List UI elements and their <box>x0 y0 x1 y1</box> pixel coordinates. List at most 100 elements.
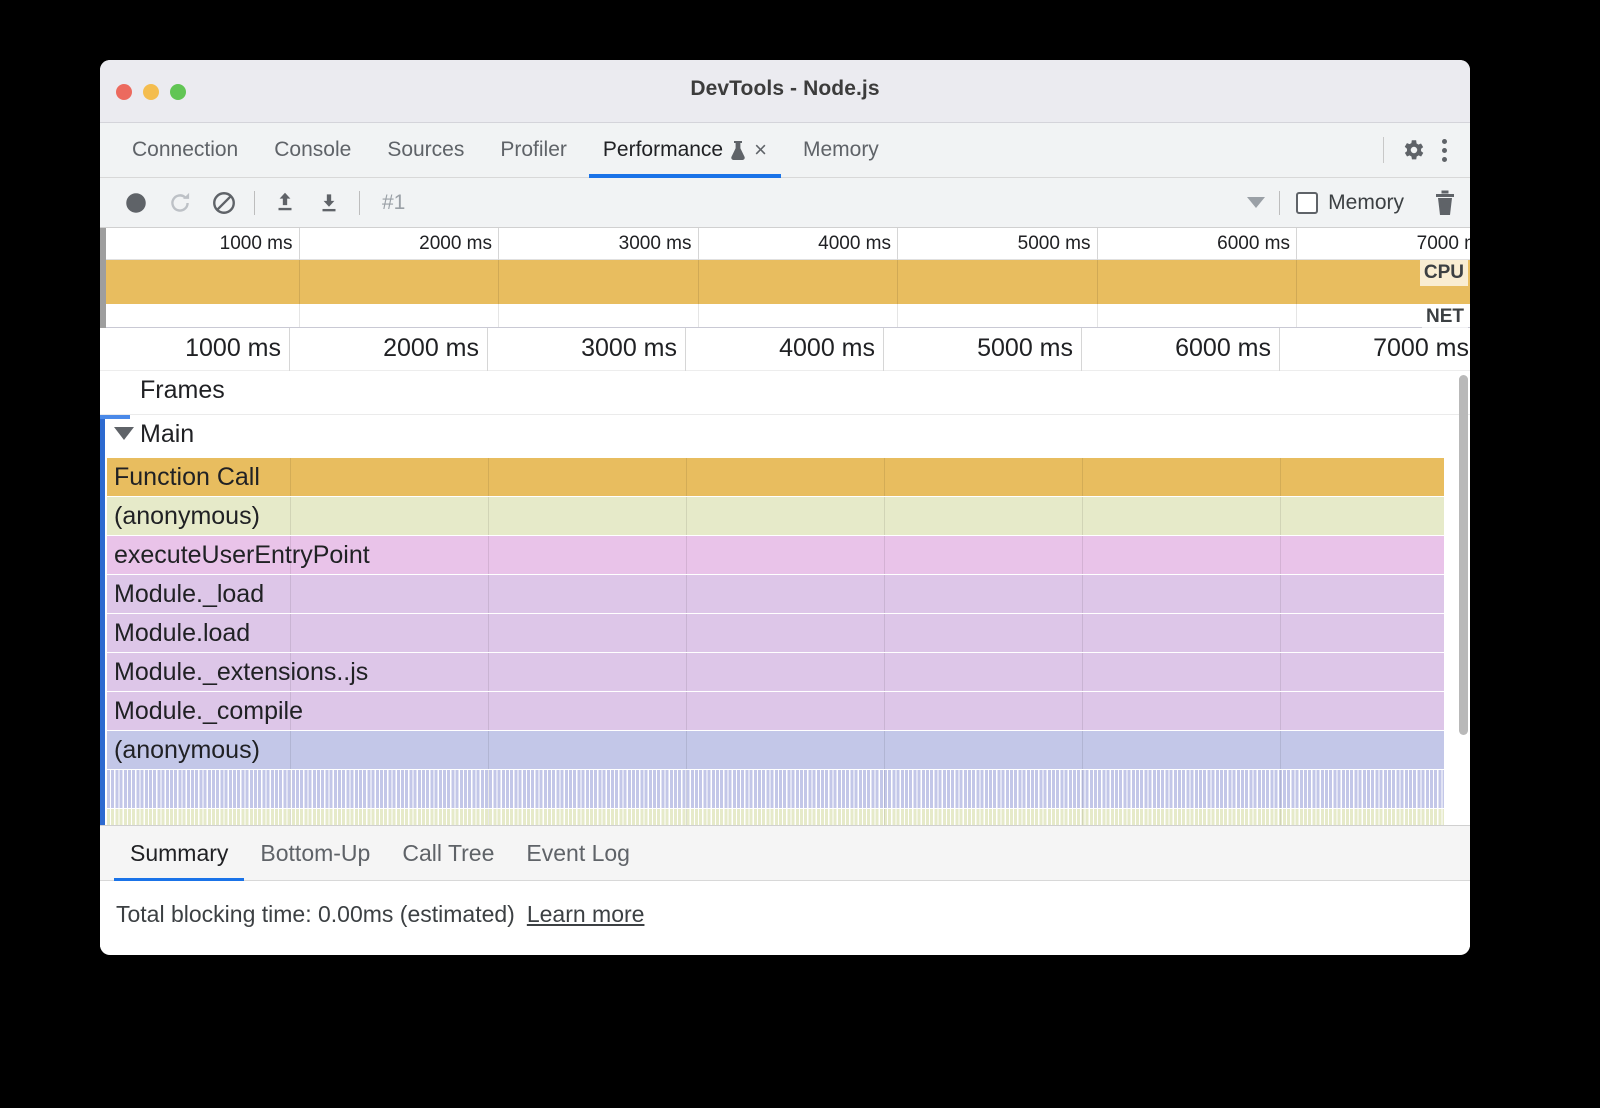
tab-label: Sources <box>387 138 464 162</box>
flame-bar[interactable]: (anonymous) <box>107 497 1444 535</box>
memory-checkbox[interactable]: Memory <box>1288 191 1412 215</box>
session-id-label: #1 <box>368 191 405 215</box>
flame-dense-events[interactable] <box>107 770 1444 808</box>
overview-tick-label: 5000 ms <box>898 228 1098 260</box>
learn-more-link[interactable]: Learn more <box>527 901 645 928</box>
tab-event-log[interactable]: Event Log <box>510 825 646 881</box>
gridline <box>498 304 499 327</box>
flame-row: (anonymous) <box>100 497 1470 535</box>
dot <box>1442 157 1447 162</box>
record-button[interactable] <box>114 181 158 225</box>
flame-bar[interactable]: (anonymous) <box>107 731 1444 769</box>
flame-tick-label: 5000 ms <box>884 328 1082 371</box>
flame-bar[interactable]: Module._extensions..js <box>107 653 1444 691</box>
gridline <box>498 260 499 304</box>
divider <box>1279 191 1280 215</box>
flame-chart[interactable]: 1000 ms2000 ms3000 ms4000 ms5000 ms6000 … <box>100 328 1470 825</box>
main-track-header[interactable]: Main <box>100 415 1470 458</box>
divider <box>1383 137 1384 163</box>
main-track: Main Function Call (anonymous) executeUser… <box>100 415 1470 825</box>
tab-call-tree[interactable]: Call Tree <box>386 825 510 881</box>
close-icon[interactable]: × <box>752 139 767 161</box>
chevron-down-icon[interactable] <box>1247 197 1265 208</box>
dot <box>1442 148 1447 153</box>
overview-tick-label: 1000 ms <box>100 228 300 260</box>
reload-and-record-button[interactable] <box>158 181 202 225</box>
tab-summary[interactable]: Summary <box>114 825 244 881</box>
flame-bar[interactable]: Module._load <box>107 575 1444 613</box>
flame-row: Module._extensions..js <box>100 653 1470 691</box>
main-track-label: Main <box>140 420 194 449</box>
panel-tabstrip: Connection Console Sources Profiler Perf… <box>100 123 1470 178</box>
trash-icon[interactable] <box>1434 190 1456 216</box>
flame-bar-label: Module._extensions..js <box>107 658 368 687</box>
gridline <box>1296 304 1297 327</box>
gridline <box>299 304 300 327</box>
main-track-selection-top <box>100 415 130 419</box>
checkbox-box[interactable] <box>1296 192 1318 214</box>
frames-label: Frames <box>140 376 225 405</box>
details-tabstrip: Summary Bottom-Up Call Tree Event Log <box>100 825 1470 881</box>
flame-tick-label: 4000 ms <box>686 328 884 371</box>
gridline <box>698 304 699 327</box>
clear-button[interactable] <box>202 181 246 225</box>
flame-tick-label: 7000 ms <box>1280 328 1470 371</box>
tab-bottom-up[interactable]: Bottom-Up <box>244 825 386 881</box>
flame-dense-events[interactable] <box>107 809 1444 825</box>
scrollbar-thumb[interactable] <box>1459 375 1468 735</box>
more-options-icon[interactable] <box>1432 137 1456 163</box>
flask-icon <box>730 140 745 160</box>
gridline <box>1097 304 1098 327</box>
memory-label: Memory <box>1328 191 1404 215</box>
network-band: NET <box>100 304 1470 327</box>
overview-tick-label: 6000 ms <box>1098 228 1298 260</box>
tab-memory[interactable]: Memory <box>785 123 897 178</box>
save-profile-button[interactable] <box>307 181 351 225</box>
timeline-overview[interactable]: 1000 ms2000 ms3000 ms4000 ms5000 ms6000 … <box>100 228 1470 328</box>
gridline <box>897 304 898 327</box>
chevron-down-icon[interactable] <box>114 427 134 440</box>
tab-label: Summary <box>130 840 228 867</box>
divider <box>254 191 255 215</box>
summary-status-bar: Total blocking time: 0.00ms (estimated) … <box>100 881 1470 947</box>
tab-sources[interactable]: Sources <box>369 123 482 178</box>
gear-icon[interactable] <box>1400 137 1426 163</box>
flame-bar[interactable]: Module._compile <box>107 692 1444 730</box>
tab-performance[interactable]: Performance × <box>585 123 785 178</box>
flame-bar[interactable]: Module.load <box>107 614 1444 652</box>
devtools-window: DevTools - Node.js Connection Console So… <box>100 60 1470 955</box>
window-titlebar: DevTools - Node.js <box>100 60 1470 123</box>
tab-label: Profiler <box>500 138 567 162</box>
frames-track[interactable]: Frames <box>100 371 1470 415</box>
tab-label: Performance <box>603 138 723 162</box>
flame-row: executeUserEntryPoint <box>100 536 1470 574</box>
flame-tick-label: 3000 ms <box>488 328 686 371</box>
flame-bar-label: (anonymous) <box>107 502 260 531</box>
overview-tick-label: 7000 ms <box>1297 228 1470 260</box>
gridline <box>698 260 699 304</box>
tab-label: Event Log <box>526 840 630 867</box>
flame-tick-label: 1000 ms <box>100 328 290 371</box>
flame-bar-label: Module._load <box>107 580 264 609</box>
divider <box>359 191 360 215</box>
tab-console[interactable]: Console <box>256 123 369 178</box>
flame-row: Module._load <box>100 575 1470 613</box>
tab-profiler[interactable]: Profiler <box>482 123 585 178</box>
flame-bar[interactable]: executeUserEntryPoint <box>107 536 1444 574</box>
overview-tick-label: 4000 ms <box>699 228 899 260</box>
total-blocking-time-text: Total blocking time: 0.00ms (estimated) <box>116 901 515 928</box>
overview-window-left-handle[interactable] <box>100 228 106 328</box>
flame-chart-scrollbar[interactable] <box>1458 375 1469 775</box>
gridline <box>1296 260 1297 304</box>
load-profile-button[interactable] <box>263 181 307 225</box>
flame-row-dense <box>100 770 1470 808</box>
cpu-usage-band: CPU <box>100 260 1470 304</box>
tab-label: Call Tree <box>402 840 494 867</box>
flame-bar[interactable]: Function Call <box>107 458 1444 496</box>
tab-connection[interactable]: Connection <box>114 123 256 178</box>
performance-toolbar: #1 Memory <box>100 178 1470 228</box>
flame-tick-label: 2000 ms <box>290 328 488 371</box>
gridline <box>299 260 300 304</box>
tabstrip-actions <box>1373 137 1470 163</box>
flame-bar-label: executeUserEntryPoint <box>107 541 370 570</box>
